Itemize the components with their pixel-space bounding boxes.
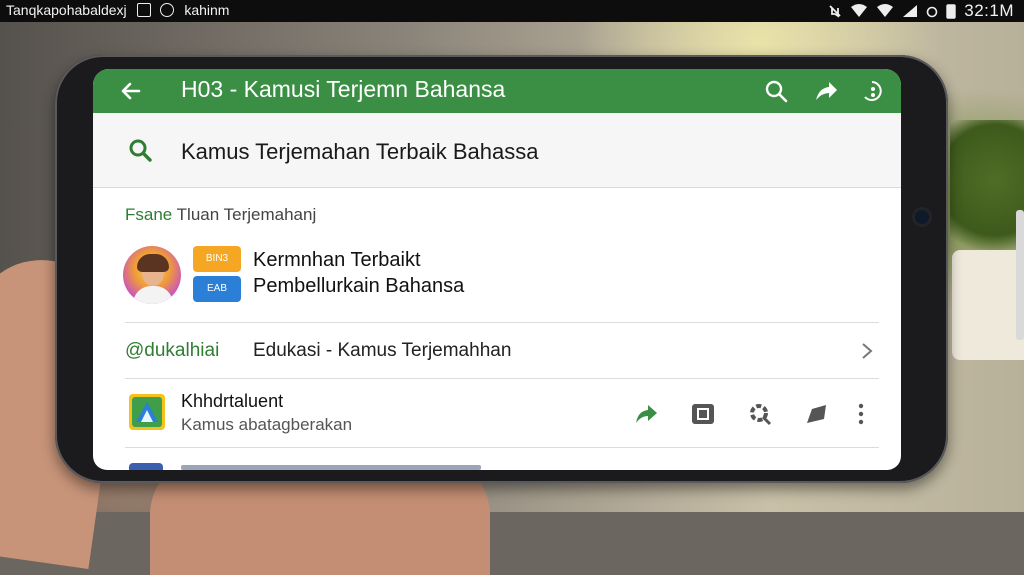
featured-app-thumbnail[interactable]: BIN3 EAB <box>193 246 241 302</box>
plant-pot <box>952 250 1024 360</box>
app-name[interactable]: Khhdrtaluent <box>181 391 283 412</box>
thumbnail-bottom-label: EAB <box>193 276 241 302</box>
section-label-accent: Fsane <box>125 205 173 224</box>
avatar[interactable] <box>123 246 181 304</box>
featured-title-line2: Pembellurkain Bahansa <box>253 275 465 297</box>
section-label-text: Tluan Terjemahanj <box>176 205 317 224</box>
search-bar[interactable]: Kamus Terjemahan Terbaik Bahassa <box>93 113 901 188</box>
app-bar: H03 - Kamusi Terjemn Bahansa <box>93 69 901 113</box>
status-left-text: Tanqkapohabaldexj <box>6 2 127 18</box>
wifi-icon <box>851 4 868 17</box>
search-input[interactable]: Kamus Terjemahan Terbaik Bahassa <box>181 139 539 165</box>
status-time: 32:1M <box>964 1 1014 20</box>
battery-icon <box>946 4 956 19</box>
alarm-icon <box>926 6 938 18</box>
share-icon[interactable] <box>813 78 839 104</box>
avatar-body <box>133 286 173 304</box>
app-icon[interactable] <box>129 394 165 430</box>
camera-notification-icon <box>160 3 175 17</box>
category-label: @dukalhiai <box>125 340 220 361</box>
status-right: 32:1M <box>828 1 1014 21</box>
signal-icon <box>903 5 918 17</box>
chevron-right-icon[interactable] <box>859 341 875 361</box>
divider <box>125 447 879 448</box>
app-subtitle: Kamus abatagberakan <box>181 415 353 434</box>
category-link[interactable]: Edukasi - Kamus Terjemahhan <box>253 340 511 362</box>
featured-title-line1: Kermnhan Terbaikt <box>253 249 421 271</box>
divider <box>125 322 879 323</box>
thumbnail-top-label: BIN3 <box>193 246 241 272</box>
search-field-icon <box>129 139 152 162</box>
plant <box>950 120 1024 270</box>
side-object <box>1016 210 1024 340</box>
wifi-icon-2 <box>877 4 894 17</box>
more-vert-icon[interactable] <box>855 401 867 427</box>
section-label: Fsane Tluan Terjemahanj <box>125 205 316 225</box>
back-arrow-icon[interactable] <box>117 77 145 105</box>
status-left: Tanqkapohabaldexj kahinm <box>6 2 235 18</box>
featured-title[interactable]: Kermnhan Terbaikt Pembellurkain Bahansa <box>253 247 464 299</box>
search-icon[interactable] <box>763 78 789 104</box>
tag-icon[interactable] <box>804 401 830 427</box>
front-camera <box>915 210 929 224</box>
app-title: H03 - Kamusi Terjemn Bahansa <box>181 76 506 102</box>
phone-screen: H03 - Kamusi Terjemn Bahansa Kamus Terje… <box>93 69 901 470</box>
forward-icon[interactable] <box>633 401 659 427</box>
notification-icon <box>136 3 151 17</box>
crop-icon[interactable] <box>690 401 716 427</box>
status-bar: Tanqkapohabaldexj kahinm 32:1M <box>0 0 1024 22</box>
more-icon[interactable] <box>859 78 885 104</box>
status-left-secondary: kahinm <box>184 2 230 18</box>
mute-icon <box>829 5 841 18</box>
avatar-hair <box>137 254 169 272</box>
settings-icon[interactable] <box>747 401 773 427</box>
divider <box>125 378 879 379</box>
next-row-partial <box>129 463 481 470</box>
